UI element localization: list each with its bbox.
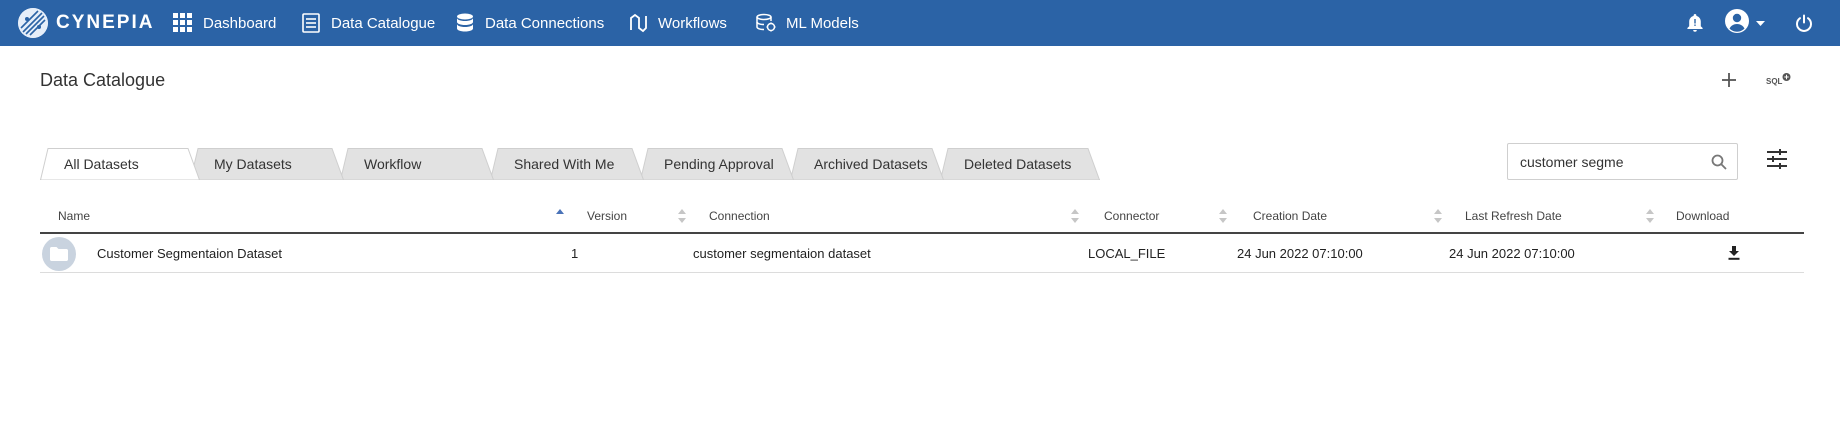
table-header: Name Version Connection Connector Creati… <box>40 200 1804 234</box>
brand-name: CYNEPIA <box>56 12 155 33</box>
table-row[interactable]: Customer Segmentaion Dataset 1 customer … <box>40 234 1804 273</box>
workflow-icon <box>628 13 648 33</box>
tab-deleted-datasets[interactable]: Deleted Datasets <box>940 148 1100 180</box>
nav-label: Workflows <box>658 14 727 32</box>
folder-icon <box>42 237 76 271</box>
page-title: Data Catalogue <box>40 70 166 90</box>
search-box <box>1507 143 1738 180</box>
user-icon <box>1724 8 1750 39</box>
svg-text:SQL: SQL <box>1766 77 1783 86</box>
search-icon[interactable] <box>1711 154 1727 170</box>
chevron-down-icon <box>1756 14 1765 32</box>
dataset-version: 1 <box>571 245 579 261</box>
column-header-download: Download <box>1676 209 1730 223</box>
user-menu[interactable] <box>1724 8 1768 39</box>
nav-data-connections[interactable]: Data Connections <box>455 0 604 46</box>
tab-pending-approval[interactable]: Pending Approval <box>640 148 794 180</box>
nav-data-catalogue[interactable]: Data Catalogue <box>301 0 435 46</box>
tab-shared-with-me[interactable]: Shared With Me <box>490 148 644 180</box>
tab-label: Shared With Me <box>514 156 615 172</box>
top-navbar: CYNEPIA Dashboard Data Catalogue Data Co… <box>0 0 1840 46</box>
tab-label: Pending Approval <box>664 156 774 172</box>
search-input[interactable] <box>1520 152 1710 172</box>
add-icon[interactable] <box>1717 68 1741 92</box>
ml-models-icon <box>756 13 776 33</box>
tab-archived-datasets[interactable]: Archived Datasets <box>790 148 944 180</box>
sort-icon[interactable] <box>1433 208 1443 224</box>
nav-label: ML Models <box>786 14 859 32</box>
dataset-tabs: All Datasets My Datasets Workflow Shared… <box>40 148 1100 180</box>
nav-workflows[interactable]: Workflows <box>628 0 727 46</box>
filter-settings-icon[interactable] <box>1766 148 1792 174</box>
nav-dashboard[interactable]: Dashboard <box>173 0 276 46</box>
tab-label: Workflow <box>364 156 422 172</box>
grid-icon <box>173 13 193 33</box>
nav-label: Dashboard <box>203 14 277 32</box>
brand-logo[interactable]: CYNEPIA <box>18 6 154 40</box>
nav-ml-models[interactable]: ML Models <box>756 0 859 46</box>
tab-my-datasets[interactable]: My Datasets <box>190 148 344 180</box>
tab-label: Deleted Datasets <box>964 156 1072 172</box>
dataset-creation-date: 24 Jun 2022 07:10:00 <box>1237 245 1363 261</box>
dataset-connector: LOCAL_FILE <box>1088 245 1166 261</box>
sort-icon[interactable] <box>1645 208 1655 224</box>
sort-asc-icon[interactable] <box>555 208 565 224</box>
power-icon[interactable] <box>1791 10 1817 36</box>
column-header-name[interactable]: Name <box>58 200 90 232</box>
column-header-connector[interactable]: Connector <box>1104 200 1159 232</box>
sort-icon[interactable] <box>1070 208 1080 224</box>
sort-icon[interactable] <box>1218 208 1228 224</box>
dataset-name[interactable]: Customer Segmentaion Dataset <box>97 234 282 272</box>
column-header-creation-date[interactable]: Creation Date <box>1253 200 1327 232</box>
sort-icon[interactable] <box>677 208 687 224</box>
nav-label: Data Catalogue <box>331 14 436 32</box>
tab-workflow[interactable]: Workflow <box>340 148 494 180</box>
download-icon[interactable] <box>1724 243 1744 263</box>
column-header-last-refresh-date[interactable]: Last Refresh Date <box>1465 200 1562 232</box>
tab-label: Archived Datasets <box>814 156 928 172</box>
column-header-connection[interactable]: Connection <box>709 200 770 232</box>
tab-label: All Datasets <box>64 156 139 172</box>
nav-label: Data Connections <box>485 14 605 32</box>
database-icon <box>455 13 475 33</box>
catalogue-icon <box>301 13 321 33</box>
cynepia-logo-icon <box>18 8 48 38</box>
dataset-last-refresh-date: 24 Jun 2022 07:10:00 <box>1449 245 1575 261</box>
dataset-connection: customer segmentaion dataset <box>693 245 871 261</box>
column-header-version[interactable]: Version <box>587 200 627 232</box>
bell-icon[interactable] <box>1682 10 1708 36</box>
sql-icon[interactable]: SQL <box>1765 68 1793 92</box>
tab-label: My Datasets <box>214 156 292 172</box>
tab-all-datasets[interactable]: All Datasets <box>40 148 200 180</box>
